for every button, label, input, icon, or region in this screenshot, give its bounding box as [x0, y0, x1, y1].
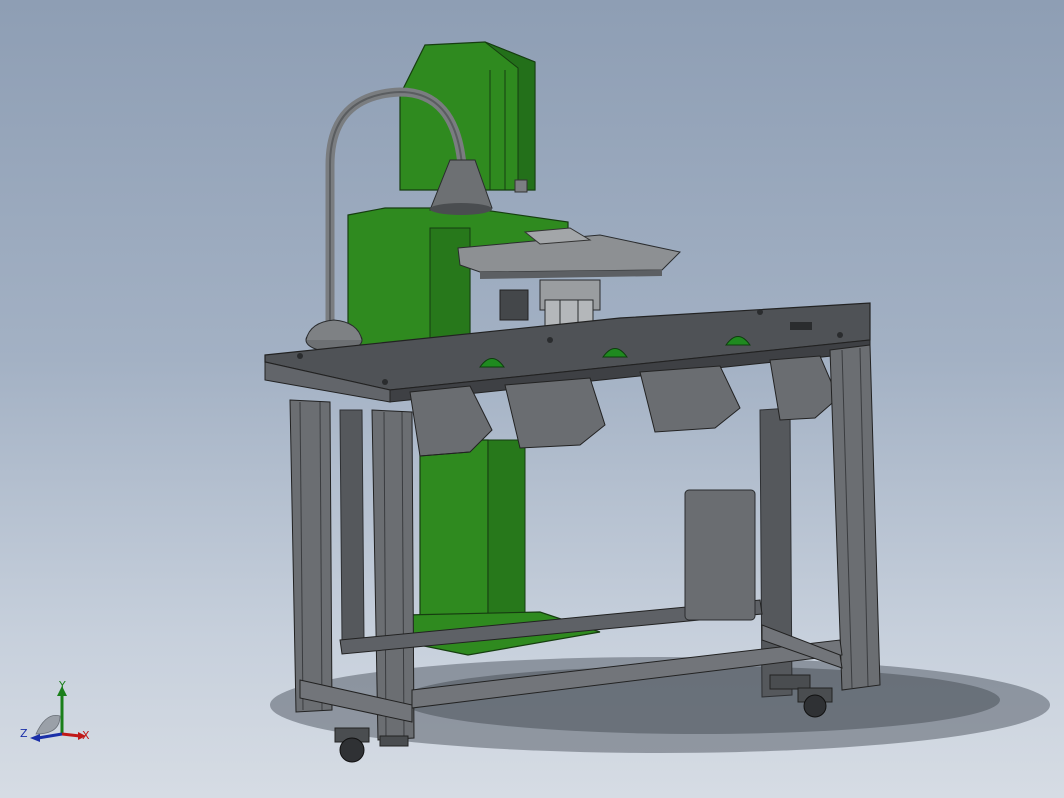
triad-x-label: X: [82, 729, 90, 742]
electrical-panel: [684, 489, 756, 621]
triad-z-label: Z: [20, 727, 28, 740]
graphics-viewport[interactable]: Y X Z: [0, 0, 1064, 798]
view-orientation-triad[interactable]: Y X Z: [14, 676, 104, 746]
triad-y-label: Y: [59, 679, 66, 692]
cad-model-assembly[interactable]: [0, 0, 1064, 798]
